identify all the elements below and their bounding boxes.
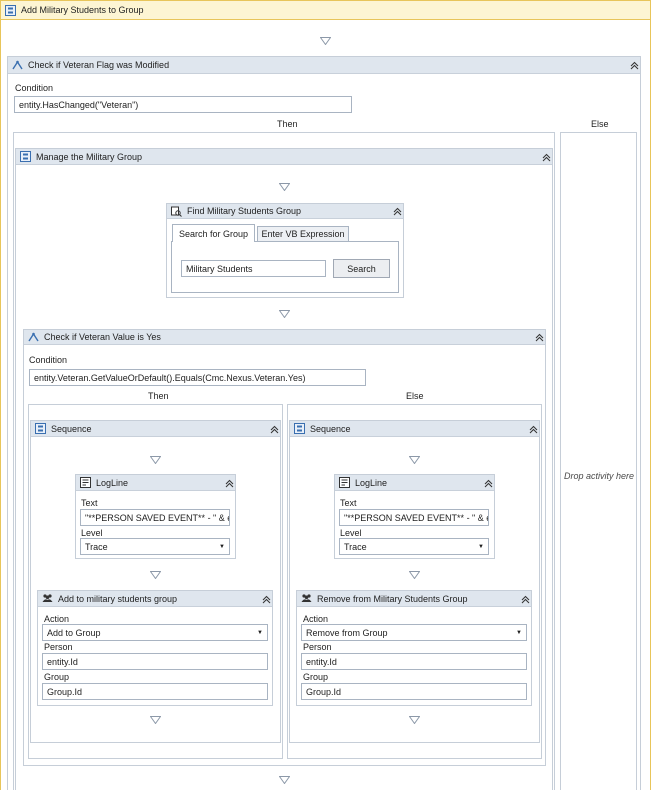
- else-logline-title: LogLine: [355, 477, 388, 488]
- inner-condition-field[interactable]: entity.Veteran.GetValueOrDefault().Equal…: [29, 369, 366, 386]
- group-search-input[interactable]: Military Students: [181, 260, 326, 277]
- outer-else-drop-area[interactable]: [560, 132, 637, 790]
- drop-arrow-icon[interactable]: [409, 716, 420, 724]
- else-action-select[interactable]: Remove from Group ▼: [301, 624, 527, 641]
- if-icon: [12, 60, 23, 69]
- drop-arrow-icon[interactable]: [409, 456, 420, 464]
- remove-from-group-title: Remove from Military Students Group: [317, 593, 468, 604]
- collapse-icon[interactable]: [521, 595, 530, 604]
- then-log-level-value: Trace: [85, 541, 108, 552]
- then-sequence-header[interactable]: Sequence: [31, 421, 280, 437]
- add-to-group-title: Add to military students group: [58, 593, 178, 604]
- root-sequence-header[interactable]: Add Military Students to Group: [1, 1, 650, 20]
- if-icon: [28, 332, 39, 341]
- find-group-icon: [171, 206, 182, 217]
- else-log-text-label: Text: [340, 498, 357, 508]
- else-log-level-select[interactable]: Trace ▼: [339, 538, 489, 555]
- inner-if-header[interactable]: Check if Veteran Value is Yes: [24, 330, 545, 345]
- outer-if-header[interactable]: Check if Veteran Flag was Modified: [8, 57, 640, 74]
- then-group-label: Group: [44, 672, 70, 682]
- collapse-icon[interactable]: [529, 425, 538, 434]
- remove-from-group-header[interactable]: Remove from Military Students Group: [297, 591, 531, 607]
- else-logline-header[interactable]: LogLine: [335, 475, 494, 491]
- collapse-icon[interactable]: [484, 479, 493, 488]
- manage-group-header[interactable]: Manage the Military Group: [16, 149, 552, 165]
- dropdown-arrow-icon: ▼: [516, 629, 522, 636]
- else-person-label: Person: [303, 642, 332, 652]
- then-sequence-title: Sequence: [51, 423, 92, 434]
- then-log-level-select[interactable]: Trace ▼: [80, 538, 230, 555]
- sequence-icon: [5, 4, 16, 16]
- then-action-select[interactable]: Add to Group ▼: [42, 624, 268, 641]
- drop-arrow-icon[interactable]: [320, 37, 331, 45]
- group-people-icon: [301, 594, 312, 602]
- then-action-value: Add to Group: [47, 627, 101, 638]
- collapse-icon[interactable]: [535, 333, 544, 342]
- outer-then-label: Then: [277, 119, 298, 129]
- then-log-level-label: Level: [81, 528, 103, 538]
- else-log-level-value: Trace: [344, 541, 367, 552]
- search-button-label: Search: [347, 263, 376, 274]
- sequence-icon: [35, 423, 46, 434]
- drop-arrow-icon[interactable]: [150, 571, 161, 579]
- else-sequence-header[interactable]: Sequence: [290, 421, 539, 437]
- add-to-group-header[interactable]: Add to military students group: [38, 591, 272, 607]
- logline-icon: [80, 477, 91, 488]
- outer-else-label: Else: [591, 119, 609, 129]
- drop-activity-hint: Drop activity here: [564, 471, 635, 481]
- find-group-title: Find Military Students Group: [187, 206, 302, 216]
- manage-group-title: Manage the Military Group: [36, 151, 143, 162]
- else-action-value: Remove from Group: [306, 627, 388, 638]
- logline-icon: [339, 477, 350, 488]
- drop-arrow-icon[interactable]: [150, 716, 161, 724]
- sequence-icon: [20, 151, 31, 162]
- else-sequence-title: Sequence: [310, 423, 351, 434]
- tab-enter-vb-expression[interactable]: Enter VB Expression: [257, 226, 349, 242]
- dropdown-arrow-icon: ▼: [478, 543, 484, 550]
- outer-condition-field[interactable]: entity.HasChanged("Veteran"): [14, 96, 352, 113]
- collapse-icon[interactable]: [393, 207, 402, 216]
- collapse-icon[interactable]: [630, 61, 639, 70]
- collapse-icon[interactable]: [270, 425, 279, 434]
- search-button[interactable]: Search: [333, 259, 390, 278]
- root-sequence-title: Add Military Students to Group: [21, 5, 144, 15]
- collapse-icon[interactable]: [542, 153, 551, 162]
- sequence-icon: [294, 423, 305, 434]
- tab-search-for-group[interactable]: Search for Group: [172, 224, 255, 242]
- collapse-icon[interactable]: [262, 595, 271, 604]
- dropdown-arrow-icon: ▼: [257, 629, 263, 636]
- tab-label: Enter VB Expression: [261, 229, 345, 239]
- inner-else-label: Else: [406, 391, 424, 401]
- collapse-icon[interactable]: [225, 479, 234, 488]
- then-group-field[interactable]: Group.Id: [42, 683, 268, 700]
- drop-arrow-icon[interactable]: [150, 456, 161, 464]
- group-people-icon: [42, 594, 53, 602]
- else-action-label: Action: [303, 614, 329, 624]
- inner-then-label: Then: [148, 391, 169, 401]
- else-person-field[interactable]: entity.Id: [301, 653, 527, 670]
- then-person-label: Person: [44, 642, 73, 652]
- then-log-text-field[interactable]: "**PERSON SAVED EVENT** - " & en: [80, 509, 230, 526]
- outer-if-title: Check if Veteran Flag was Modified: [28, 60, 170, 70]
- inner-condition-label: Condition: [29, 355, 68, 365]
- then-person-field[interactable]: entity.Id: [42, 653, 268, 670]
- outer-condition-label: Condition: [15, 83, 54, 93]
- drop-arrow-icon[interactable]: [409, 571, 420, 579]
- else-log-level-label: Level: [340, 528, 362, 538]
- drop-arrow-icon[interactable]: [279, 310, 290, 318]
- else-log-text-field[interactable]: "**PERSON SAVED EVENT** - " & en: [339, 509, 489, 526]
- drop-arrow-icon[interactable]: [279, 776, 290, 784]
- drop-arrow-icon[interactable]: [279, 183, 290, 191]
- find-group-header[interactable]: Find Military Students Group: [167, 204, 403, 219]
- tab-label: Search for Group: [178, 228, 249, 239]
- else-group-label: Group: [303, 672, 329, 682]
- then-log-text-label: Text: [81, 498, 98, 508]
- inner-if-title: Check if Veteran Value is Yes: [44, 332, 161, 342]
- else-group-field[interactable]: Group.Id: [301, 683, 527, 700]
- then-logline-header[interactable]: LogLine: [76, 475, 235, 491]
- dropdown-arrow-icon: ▼: [219, 543, 225, 550]
- then-action-label: Action: [44, 614, 70, 624]
- then-logline-title: LogLine: [96, 477, 129, 488]
